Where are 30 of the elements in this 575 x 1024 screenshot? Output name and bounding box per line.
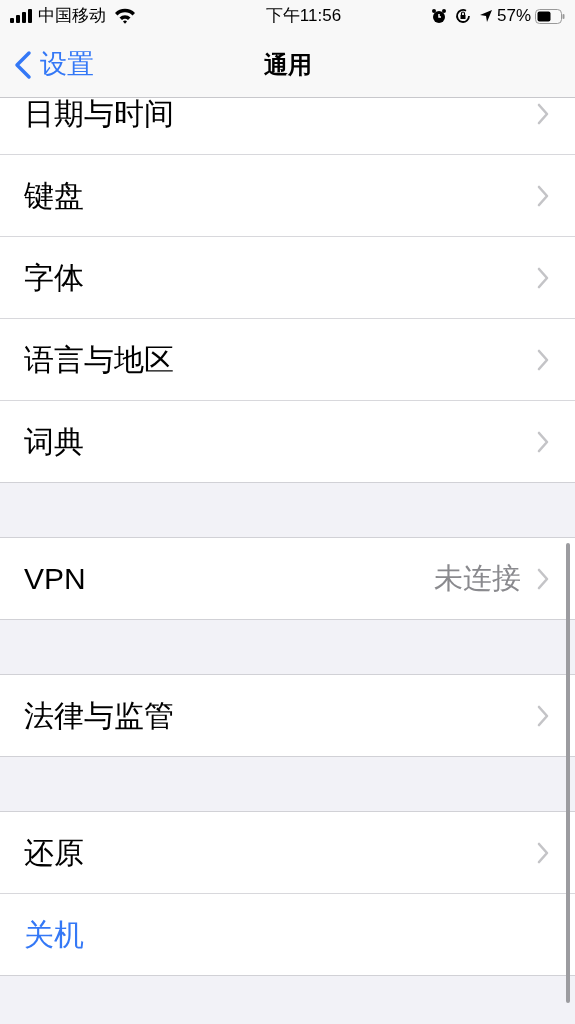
- chevron-icon: [537, 266, 549, 289]
- row-label: 语言与地区: [24, 342, 175, 378]
- back-chevron-icon: [14, 49, 32, 80]
- row-label: 法律与监管: [24, 698, 175, 734]
- row-label: 还原: [24, 835, 85, 871]
- battery-percent: 57%: [496, 5, 531, 28]
- carrier-name: 中国移动: [38, 5, 106, 28]
- rotation-lock-icon: [454, 8, 471, 24]
- chevron-icon: [537, 841, 549, 864]
- back-button[interactable]: 设置: [0, 44, 94, 85]
- location-icon: [478, 9, 493, 23]
- chevron-icon: [537, 102, 549, 125]
- chevron-icon: [537, 567, 549, 590]
- action-label: 关机: [24, 917, 85, 953]
- row-value: 未连接: [434, 560, 521, 596]
- chevron-icon: [537, 184, 549, 207]
- page-title: 通用: [263, 49, 312, 80]
- chevron-icon: [537, 430, 549, 453]
- signal-icon: [10, 9, 34, 23]
- row-label: 词典: [24, 424, 85, 460]
- alarm-icon: [430, 8, 447, 24]
- row-label: 日期与时间: [24, 98, 175, 132]
- battery-icon: [535, 8, 565, 24]
- row-label: 键盘: [24, 178, 85, 214]
- wifi-icon: [114, 8, 136, 24]
- row-label: VPN: [24, 561, 87, 597]
- chevron-icon: [537, 348, 549, 371]
- chevron-icon: [537, 704, 549, 727]
- clock-time: 下午11:56: [265, 5, 342, 28]
- row-label: 字体: [24, 260, 85, 296]
